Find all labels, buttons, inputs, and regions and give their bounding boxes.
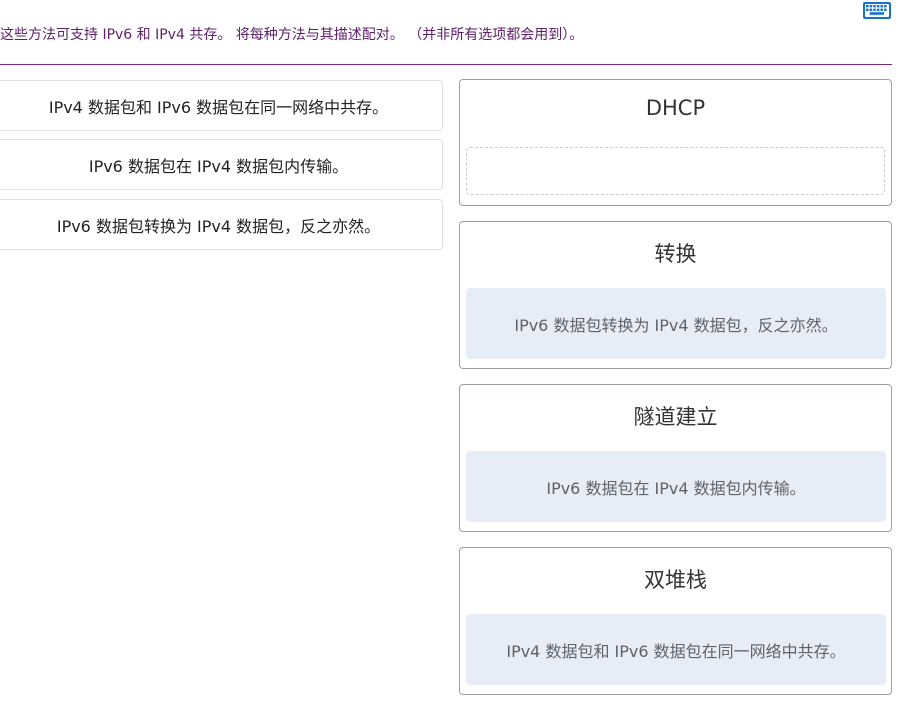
divider <box>0 64 892 65</box>
drop-zone-dhcp[interactable] <box>466 147 885 195</box>
target-translation: 转换 IPv6 数据包转换为 IPv4 数据包，反之亦然。 <box>459 221 892 369</box>
target-title-dual-stack: 双堆栈 <box>644 568 707 592</box>
keyboard-accessibility-button[interactable] <box>862 1 892 20</box>
source-item-tunneling-description[interactable]: IPv6 数据包在 IPv4 数据包内传输。 <box>0 139 443 190</box>
placed-item-dual-stack[interactable]: IPv4 数据包和 IPv6 数据包在同一网络中共存。 <box>466 614 886 685</box>
source-item-translation-description[interactable]: IPv6 数据包转换为 IPv4 数据包，反之亦然。 <box>0 199 443 250</box>
keyboard-icon <box>863 2 891 19</box>
target-dhcp: DHCP <box>459 79 892 206</box>
drag-drop-question: 这些方法可支持 IPv6 和 IPv4 共存。 将每种方法与其描述配对。 （并非… <box>0 0 901 701</box>
target-title-translation: 转换 <box>654 242 697 266</box>
placed-item-tunneling[interactable]: IPv6 数据包在 IPv4 数据包内传输。 <box>466 451 886 522</box>
placed-item-translation[interactable]: IPv6 数据包转换为 IPv4 数据包，反之亦然。 <box>466 288 886 359</box>
target-tunneling: 隧道建立 IPv6 数据包在 IPv4 数据包内传输。 <box>459 384 892 532</box>
target-title-tunneling: 隧道建立 <box>633 405 718 429</box>
source-item-dual-stack-description[interactable]: IPv4 数据包和 IPv6 数据包在同一网络中共存。 <box>0 80 443 131</box>
target-title-dhcp: DHCP <box>645 96 706 120</box>
target-dual-stack: 双堆栈 IPv4 数据包和 IPv6 数据包在同一网络中共存。 <box>459 547 892 695</box>
question-instruction: 这些方法可支持 IPv6 和 IPv4 共存。 将每种方法与其描述配对。 （并非… <box>0 27 584 43</box>
